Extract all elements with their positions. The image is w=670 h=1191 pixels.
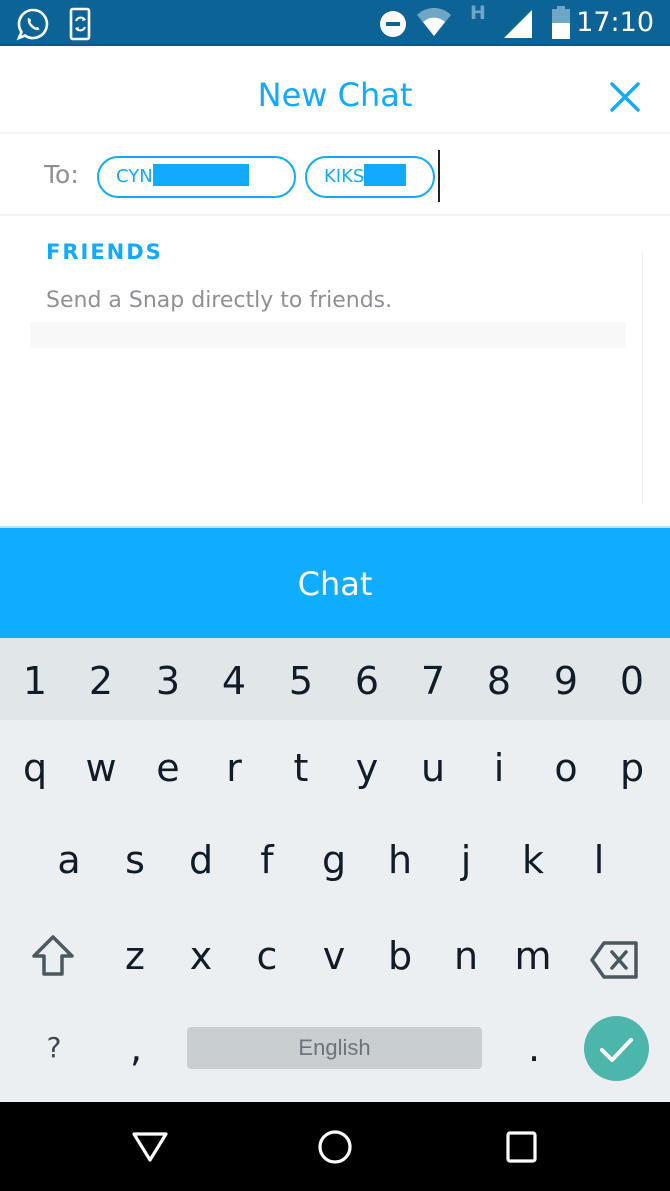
page-title: New Chat <box>257 76 413 114</box>
number-row: 1234567890 <box>0 638 670 720</box>
key-6[interactable]: 6 <box>337 646 397 716</box>
redacted-text <box>152 164 249 186</box>
key-0[interactable]: 0 <box>602 646 662 716</box>
key-f[interactable]: f <box>237 825 297 895</box>
key-n[interactable]: n <box>436 921 496 991</box>
key-7[interactable]: 7 <box>403 646 463 716</box>
list-placeholder-row <box>30 322 626 348</box>
whatsapp-icon <box>16 8 49 41</box>
close-icon[interactable] <box>608 80 642 114</box>
key-c[interactable]: c <box>237 921 297 991</box>
key-t[interactable]: t <box>271 733 331 803</box>
key-j[interactable]: j <box>436 825 496 895</box>
key-a[interactable]: a <box>39 825 99 895</box>
signal-icon <box>504 10 532 38</box>
do-not-disturb-icon <box>380 11 406 37</box>
soft-keyboard: 1234567890 qwertyuiop asdfghjkl zxcvbnm … <box>0 638 670 1134</box>
friends-list: FRIENDS Send a Snap directly to friends. <box>0 218 670 526</box>
text-cursor <box>438 150 440 202</box>
scrollbar-track <box>642 252 643 504</box>
key-o[interactable]: o <box>536 733 596 803</box>
recipients-field[interactable]: To: CYN KIKS <box>0 136 670 216</box>
key-d[interactable]: d <box>171 825 231 895</box>
key-i[interactable]: i <box>469 733 529 803</box>
recipient-chip[interactable]: CYN <box>97 156 296 198</box>
wifi-icon <box>417 8 451 36</box>
phone-sync-icon <box>69 7 91 41</box>
space-bar[interactable]: English <box>187 1027 482 1069</box>
key-2[interactable]: 2 <box>71 646 131 716</box>
key-5[interactable]: 5 <box>271 646 331 716</box>
key-8[interactable]: 8 <box>469 646 529 716</box>
back-icon[interactable] <box>130 1126 170 1166</box>
key-l[interactable]: l <box>569 825 629 895</box>
symbols-key[interactable]: ?123 <box>22 1013 86 1134</box>
recipient-chip[interactable]: KIKS <box>305 156 435 198</box>
to-label: To: <box>44 160 79 189</box>
battery-icon <box>552 6 570 39</box>
redacted-text <box>364 164 407 186</box>
key-1[interactable]: 1 <box>5 646 65 716</box>
key-r[interactable]: r <box>204 733 264 803</box>
recipient-chip-label: CYN <box>116 166 153 187</box>
key-y[interactable]: y <box>337 733 397 803</box>
enter-key[interactable] <box>584 1016 649 1081</box>
check-icon <box>600 1038 633 1062</box>
key-9[interactable]: 9 <box>536 646 596 716</box>
recipient-chip-label: KIKS <box>324 166 365 187</box>
key-p[interactable]: p <box>602 733 662 803</box>
key-z[interactable]: z <box>105 921 165 991</box>
navigation-bar <box>0 1102 670 1191</box>
recents-icon[interactable] <box>502 1126 542 1166</box>
key-3[interactable]: 3 <box>138 646 198 716</box>
key-h[interactable]: h <box>370 825 430 895</box>
key-e[interactable]: e <box>138 733 198 803</box>
key-s[interactable]: s <box>105 825 165 895</box>
key-4[interactable]: 4 <box>204 646 264 716</box>
key-k[interactable]: k <box>503 825 563 895</box>
key-x[interactable]: x <box>171 921 231 991</box>
header: New Chat <box>0 46 670 134</box>
shift-icon[interactable] <box>30 934 76 978</box>
comma-key[interactable]: , <box>106 1013 166 1083</box>
friends-section-subtitle: Send a Snap directly to friends. <box>46 288 393 313</box>
period-key[interactable]: . <box>504 1013 564 1083</box>
key-b[interactable]: b <box>370 921 430 991</box>
friends-section-header: FRIENDS <box>46 240 163 264</box>
key-w[interactable]: w <box>71 733 131 803</box>
key-g[interactable]: g <box>304 825 364 895</box>
network-type-label: H <box>470 2 486 24</box>
key-u[interactable]: u <box>403 733 463 803</box>
key-v[interactable]: v <box>304 921 364 991</box>
chat-button[interactable]: Chat <box>0 526 670 638</box>
status-bar: H 17:10 <box>0 0 670 46</box>
clock: 17:10 <box>576 7 654 38</box>
key-m[interactable]: m <box>503 921 563 991</box>
backspace-icon[interactable] <box>590 940 640 980</box>
home-icon[interactable] <box>315 1126 355 1166</box>
key-q[interactable]: q <box>5 733 65 803</box>
